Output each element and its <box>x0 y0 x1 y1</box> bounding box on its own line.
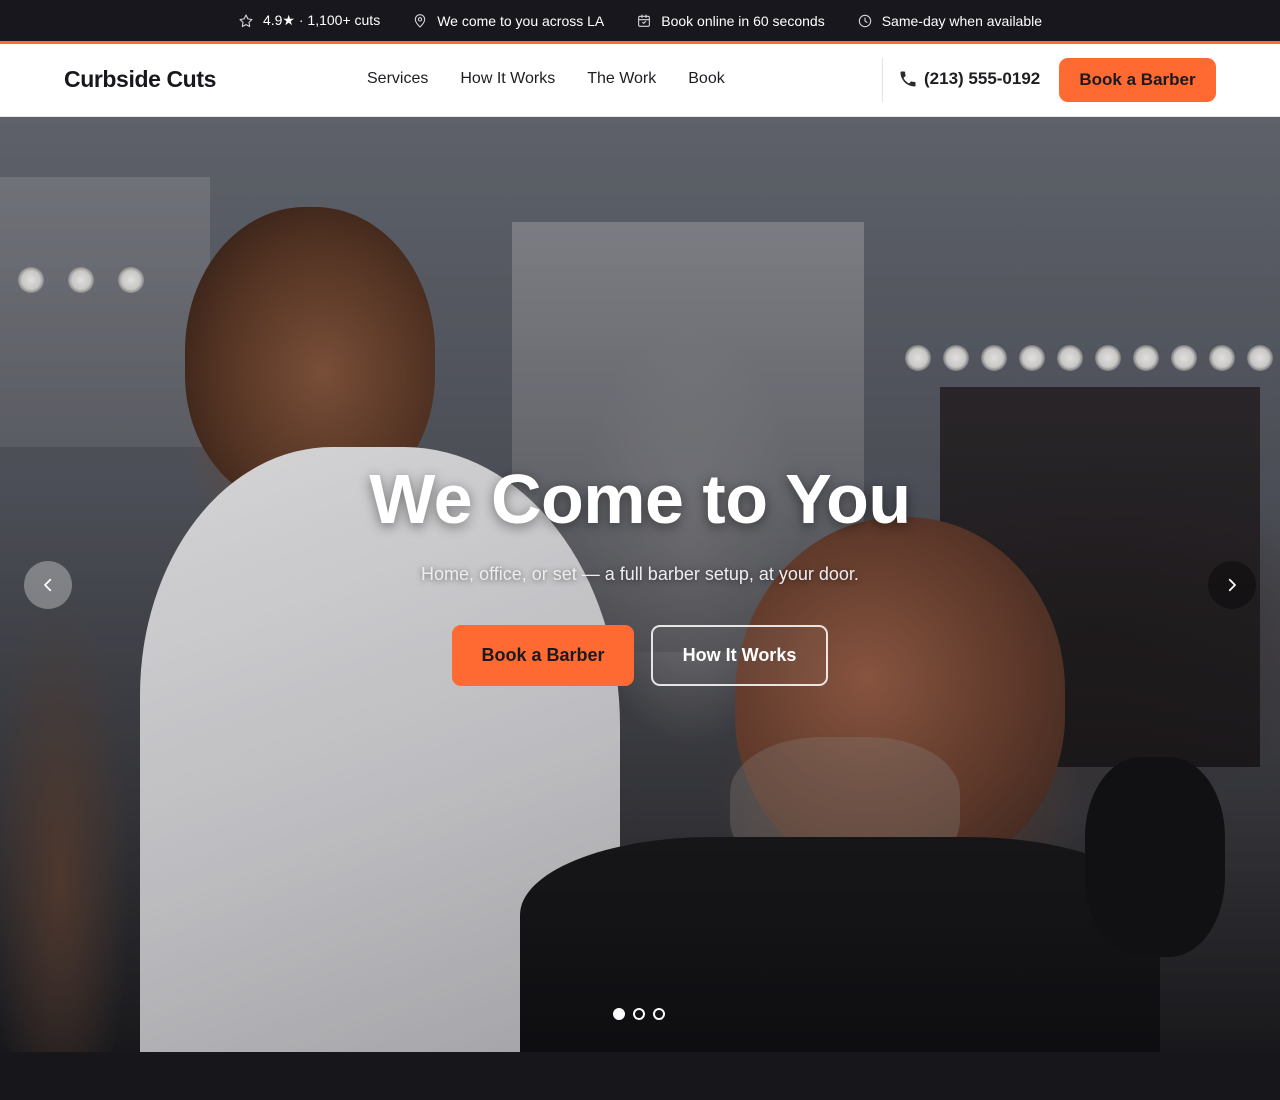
phone-number: (213) 555-0192 <box>924 69 1041 88</box>
hero-carousel: We Come to You Home, office, or set — a … <box>0 117 1280 1052</box>
rating-item: 4.9★ · 1,100+ cuts <box>238 12 380 29</box>
announcement-bar: 4.9★ · 1,100+ cuts We come to you across… <box>0 0 1280 41</box>
chevron-right-icon <box>1228 578 1236 592</box>
same-day-item: Same-day when available <box>857 13 1042 29</box>
service-area-text: We come to you across LA <box>437 12 605 29</box>
book-barber-button[interactable]: Book a Barber <box>1059 58 1216 102</box>
main-nav: Services How It Works The Work Book <box>367 70 725 88</box>
logo[interactable]: Curbside Cuts <box>64 66 216 93</box>
carousel-dot-2[interactable] <box>633 1008 645 1020</box>
carousel-next-button[interactable] <box>1208 561 1256 609</box>
header-divider <box>882 58 883 102</box>
nav-how-it-works[interactable]: How It Works <box>460 70 555 88</box>
star-icon <box>239 13 253 27</box>
carousel-dots <box>613 1008 665 1020</box>
map-pin-icon <box>415 13 426 28</box>
hero-book-barber-button[interactable]: Book a Barber <box>452 625 634 686</box>
phone-link[interactable]: (213) 555-0192 <box>898 69 1040 89</box>
booking-speed-text: Book online in 60 seconds <box>661 12 825 29</box>
same-day-text: Same-day when available <box>881 12 1043 29</box>
carousel-dot-3[interactable] <box>653 1008 665 1020</box>
nav-the-work[interactable]: The Work <box>587 70 656 88</box>
next-section-band <box>0 1052 1280 1100</box>
hero-how-it-works-button[interactable]: How It Works <box>651 625 828 686</box>
booking-speed-item: Book online in 60 seconds <box>636 12 825 29</box>
hero-subtitle: Home, office, or set — a full barber set… <box>421 564 859 584</box>
nav-services[interactable]: Services <box>367 70 428 88</box>
phone-icon <box>900 71 916 87</box>
hero-title: We Come to You <box>369 460 911 538</box>
chevron-left-icon <box>44 578 52 592</box>
carousel-dot-1[interactable] <box>613 1008 625 1020</box>
nav-book[interactable]: Book <box>688 70 724 88</box>
clock-icon <box>858 14 871 27</box>
site-header: Curbside Cuts Services How It Works The … <box>0 44 1280 117</box>
service-area-item: We come to you across LA <box>412 13 604 29</box>
rating-text: 4.9★ · 1,100+ cuts <box>262 12 381 28</box>
carousel-prev-button[interactable] <box>24 561 72 609</box>
calendar-icon <box>638 13 651 27</box>
